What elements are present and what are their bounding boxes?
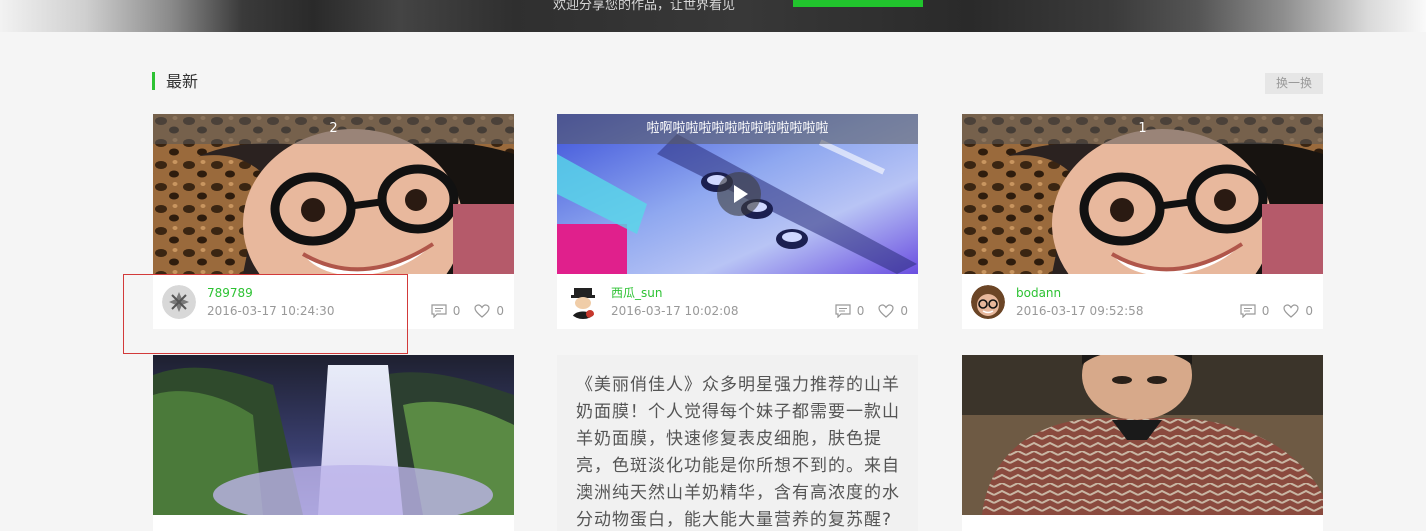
post-card[interactable]: 啦啊啦啦啦啦啦啦啦啦啦啦啦啦 西瓜_sun 2016-03-17 10:02:0…	[557, 114, 918, 329]
post-stats: 0 0	[1240, 303, 1313, 319]
post-caption: 1	[962, 114, 1323, 144]
post-stats: 0 0	[835, 303, 908, 319]
post-footer: bodann 2016-03-17 09:52:58 0 0	[962, 274, 1323, 329]
post-footer	[153, 515, 514, 531]
section-title: 最新	[166, 72, 199, 91]
post-card[interactable]	[153, 355, 514, 531]
refresh-button[interactable]: 换一换	[1265, 73, 1323, 94]
username[interactable]: 西瓜_sun	[611, 286, 662, 300]
selection-highlight	[123, 274, 408, 354]
post-text-card[interactable]: 《美丽俏佳人》众多明星强力推荐的山羊奶面膜！个人觉得每个妹子都需要一款山羊奶面膜…	[557, 355, 918, 531]
post-video-thumbnail[interactable]: 啦啊啦啦啦啦啦啦啦啦啦啦啦啦	[557, 114, 918, 274]
comment-count: 0	[856, 304, 865, 318]
post-image[interactable]	[962, 355, 1323, 515]
like-count: 0	[1305, 304, 1313, 318]
banner-cta-button[interactable]	[793, 0, 923, 7]
section-accent-bar	[152, 72, 155, 90]
post-image[interactable]: 1	[962, 114, 1323, 274]
post-timestamp: 2016-03-17 10:02:08	[611, 304, 739, 318]
post-caption: 2	[153, 114, 514, 144]
post-image[interactable]: 2	[153, 114, 514, 274]
like-count: 0	[496, 304, 504, 318]
post-footer: 西瓜_sun 2016-03-17 10:02:08 0 0	[557, 274, 918, 329]
post-stats: 0 0	[431, 303, 504, 319]
post-card[interactable]: 1 bodann 2016-03-17 09:52:58 0 0	[962, 114, 1323, 329]
comment-icon[interactable]	[1240, 304, 1256, 318]
avatar[interactable]	[566, 285, 600, 319]
username[interactable]: bodann	[1016, 286, 1061, 300]
heart-icon[interactable]	[474, 304, 490, 318]
like-count: 0	[900, 304, 908, 318]
post-caption: 啦啊啦啦啦啦啦啦啦啦啦啦啦啦	[557, 114, 918, 144]
comment-count: 0	[452, 304, 461, 318]
comment-count: 0	[1261, 304, 1270, 318]
play-icon[interactable]	[717, 172, 761, 216]
post-timestamp: 2016-03-17 09:52:58	[1016, 304, 1144, 318]
banner-tagline: 欢迎分享您的作品，让世界看见	[553, 0, 736, 13]
comment-icon[interactable]	[835, 304, 851, 318]
post-card[interactable]	[962, 355, 1323, 531]
post-footer	[962, 515, 1323, 531]
post-text-body: 《美丽俏佳人》众多明星强力推荐的山羊奶面膜！个人觉得每个妹子都需要一款山羊奶面膜…	[576, 375, 900, 530]
heart-icon[interactable]	[878, 304, 894, 318]
heart-icon[interactable]	[1283, 304, 1299, 318]
top-banner: 欢迎分享您的作品，让世界看见	[0, 0, 1426, 32]
avatar[interactable]	[971, 285, 1005, 319]
post-image[interactable]	[153, 355, 514, 515]
comment-icon[interactable]	[431, 304, 447, 318]
